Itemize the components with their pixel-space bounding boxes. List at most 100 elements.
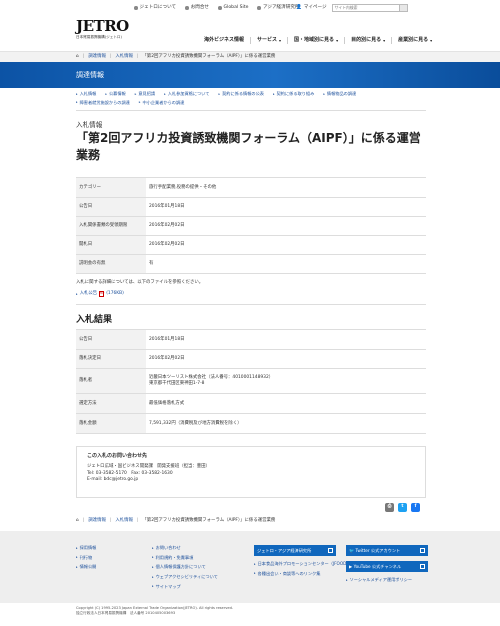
breadcrumb: ⌂ | 調達情報 | 入札情報 | 「第2回アフリカ投資誘致機関フォーラム（AI…	[0, 51, 500, 62]
util-link-ide[interactable]: アジア経済研究所	[257, 5, 300, 11]
arrow-right-icon: ▸	[105, 91, 107, 96]
result-heading: 入札結果	[76, 315, 113, 325]
gnav-by-industry[interactable]: 産業別に見る ▾	[392, 37, 438, 44]
circle-icon	[185, 6, 189, 10]
subnav-disability-facilities[interactable]: ▸ 障害者就労施設からの調達	[76, 100, 130, 106]
subnav-qualification[interactable]: ▸ 入札参加資格について	[164, 91, 209, 97]
arrow-right-icon: ▸	[134, 91, 137, 96]
footer-link-publications[interactable]: ▸ 刊行物	[76, 555, 96, 561]
arrow-right-icon: ▸	[152, 574, 154, 579]
contact-box: この入札のお問い合わせ先 ジェトロ広域・国ビジネス開発課 開発支援班（担当：豊田…	[76, 446, 426, 498]
arrow-right-icon: ▸	[218, 91, 221, 96]
mypage-link[interactable]: 👤 マイページ	[296, 5, 327, 11]
table-row: 落札者 近畿日本ツーリスト株式会社（法人番号：4010001148932） 東京都…	[76, 369, 426, 394]
footer-ide-button[interactable]: ジェトロ・アジア経済研究所	[254, 545, 336, 556]
contact-email[interactable]: E-mail: bdc@jetro.go.jp	[87, 477, 415, 484]
breadcrumb-current: 「第2回アフリカ投資誘致機関フォーラム（AIPF）」に係る運営業務	[142, 518, 276, 524]
subnav-bids[interactable]: ▸ 入札情報	[76, 91, 96, 97]
breadcrumb-bids[interactable]: 入札情報	[115, 518, 133, 524]
gnav-services[interactable]: サービス ▾	[251, 37, 289, 44]
chevron-down-icon: ▾	[336, 37, 339, 43]
external-link-icon	[420, 564, 425, 569]
footer-col-4: 🐦 Twitter 公式アカウント ▶ YouTube 公式チャンネル ▸ ソーシ…	[346, 545, 428, 587]
util-link-about[interactable]: ジェトロについて	[134, 5, 176, 11]
page-category: 入札情報	[76, 121, 103, 129]
breadcrumb-current: 「第2回アフリカ投資誘致機関フォーラム（AIPF）」に係る運営業務	[142, 54, 276, 60]
circle-icon	[257, 6, 261, 10]
table-row: 選定方法 最低価格落札方式	[76, 394, 426, 414]
footer-col-3: ジェトロ・アジア経済研究所 ▸ 日本食品海外プロモーションセンター（JFOODO）…	[254, 545, 354, 580]
twitter-icon[interactable]: t	[398, 503, 407, 512]
pdf-icon: PDF	[98, 291, 105, 297]
subnav-public-offering[interactable]: ▸ 公募情報	[105, 91, 125, 97]
footer-link-privacy[interactable]: ▸ 個人情報保護方針について	[152, 564, 218, 570]
footer-link-sitemap[interactable]: ▸ サイトマップ	[152, 584, 218, 590]
arrow-right-icon: ▸	[152, 584, 154, 589]
footer-link-careers[interactable]: ▸ 採用情報	[76, 545, 96, 551]
arrow-right-icon: ▸	[76, 100, 78, 105]
breadcrumb-procurement[interactable]: 調達情報	[88, 518, 106, 524]
bid-info-table: カテゴリー 旅行手配業務,役務の提供・その他 公告日 2016年01月18日 入札関…	[76, 177, 426, 274]
footer-link-accessibility[interactable]: ▸ ウェブアクセシビリティについて	[152, 574, 218, 580]
youtube-channel-button[interactable]: ▶ YouTube 公式チャンネル	[346, 561, 428, 572]
print-icon[interactable]: ⎙	[385, 503, 394, 512]
breadcrumb-procurement[interactable]: 調達情報	[88, 54, 106, 60]
arrow-right-icon: ▸	[164, 91, 166, 96]
external-link-icon	[328, 548, 333, 553]
copyright: Copyright (C) 1995-2023 Japan External T…	[76, 606, 233, 616]
footer-link-social-policy[interactable]: ▸ ソーシャルメディア運用ポリシー	[346, 577, 428, 583]
global-nav: 海外ビジネス情報 サービス ▾ 国・地域別に見る ▾ 目的別に見る ▾ 産業別に見る ▾	[198, 37, 438, 44]
arrow-right-icon: ▸	[152, 555, 154, 560]
search-button[interactable]	[398, 5, 407, 11]
home-icon[interactable]: ⌂	[76, 518, 79, 524]
circle-icon	[134, 6, 138, 10]
sub-nav: ▸ 入札情報 ▸ 公募情報 ▸ 意見招請 ▸ 入札参加資格について ▸ 契約に係る情報の公…	[76, 91, 426, 108]
table-row: 説明会の有無有	[76, 255, 426, 274]
arrow-right-icon: ▸	[76, 565, 78, 570]
jetro-logo[interactable]: JETRO 日本貿易振興機構(ジェトロ)	[76, 19, 129, 40]
section-banner: 調達情報	[0, 62, 500, 88]
subnav-contract-efforts[interactable]: ▸ 契約に係る取り組み	[273, 91, 314, 97]
arrow-right-icon: ▸	[346, 577, 348, 582]
arrow-right-icon: ▸	[152, 545, 154, 550]
arrow-right-icon: ▸	[323, 91, 325, 96]
footer-link-meetings[interactable]: ▸ 各種出会い・商談等へのリンク集	[254, 571, 354, 577]
arrow-right-icon: ▸	[254, 571, 256, 576]
subnav-sme[interactable]: ▸ 中小企業者からの調達	[139, 100, 185, 106]
bid-result-table: 公告日 2016年01月18日 落札決定日 2016年02月02日 落札者 近畿日本ツ…	[76, 329, 426, 434]
footer-link-jfoodo[interactable]: ▸ 日本食品海外プロモーションセンター（JFOODO）	[254, 561, 354, 567]
footer-link-disclosure[interactable]: ▸ 情報公開	[76, 564, 96, 570]
arrow-right-icon: ▸	[138, 100, 141, 105]
bid-notice-pdf-link[interactable]: ▸ 入札公告 PDF (176KB)	[76, 291, 124, 297]
gnav-by-country[interactable]: 国・地域別に見る ▾	[288, 37, 346, 44]
footer-col-2: ▸ お問い合わせ ▸ 利用規約・免責事項 ▸ 個人情報保護方針について ▸ ウェブアクセ…	[152, 545, 218, 593]
footer-col-1: ▸ 採用情報 ▸ 刊行物 ▸ 情報公開	[76, 545, 96, 574]
subnav-opinion[interactable]: ▸ 意見招請	[135, 91, 155, 97]
chevron-down-icon: ▾	[383, 37, 386, 43]
share-buttons: ⎙ t f	[385, 503, 420, 512]
gnav-by-purpose[interactable]: 目的別に見る ▾	[345, 37, 393, 44]
home-icon[interactable]: ⌂	[76, 54, 79, 60]
arrow-right-icon: ▸	[254, 561, 256, 566]
person-icon: 👤	[296, 4, 302, 10]
arrow-right-icon: ▸	[76, 91, 78, 96]
footer-link-terms[interactable]: ▸ 利用規約・免責事項	[152, 555, 218, 561]
table-row: 公告日 2016年01月18日	[76, 330, 426, 350]
subnav-info-goods[interactable]: ▸ 情報物品の調達	[323, 91, 356, 97]
page-title: 「第2回アフリカ投資誘致機関フォーラム（AIPF）」に係る運営業務	[76, 131, 421, 162]
arrow-right-icon: ▸	[76, 291, 78, 296]
arrow-right-icon: ▸	[76, 545, 78, 550]
subnav-contract-info[interactable]: ▸ 契約に係る情報の公表	[219, 91, 265, 97]
search-input[interactable]: サイト内検索	[331, 4, 408, 12]
util-link-global[interactable]: Global Site	[218, 5, 248, 11]
facebook-icon[interactable]: f	[411, 503, 420, 512]
twitter-account-button[interactable]: 🐦 Twitter 公式アカウント	[346, 545, 428, 556]
gnav-overseas-info[interactable]: 海外ビジネス情報	[198, 37, 252, 44]
table-row: 入札関係書類の受領期限 2016年02月02日	[76, 217, 426, 236]
site-footer: ▸ 採用情報 ▸ 刊行物 ▸ 情報公開 ▸ お問い合わせ ▸ 利用規約・免責事項 ▸ 個人情…	[0, 531, 500, 603]
table-row: 落札金額 7,591,332円（消費税及び地方消費税を除く）	[76, 414, 426, 434]
external-link-icon	[420, 548, 425, 553]
util-link-contact[interactable]: お問合せ	[185, 5, 209, 11]
footer-link-contact[interactable]: ▸ お問い合わせ	[152, 545, 218, 551]
breadcrumb-bids[interactable]: 入札情報	[115, 54, 133, 60]
